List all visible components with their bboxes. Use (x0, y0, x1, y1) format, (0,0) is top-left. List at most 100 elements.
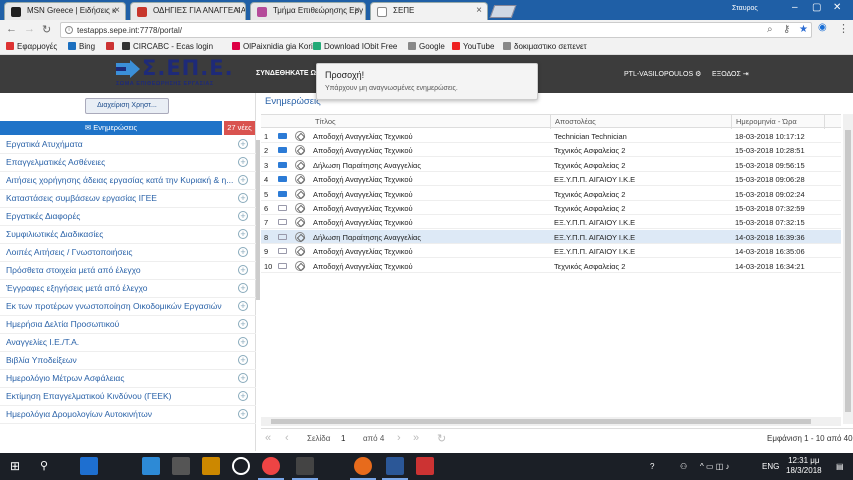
browser-tab[interactable]: Τμήμα Επιθεώρησης Εργ × (250, 2, 366, 20)
media-icon[interactable] (296, 457, 314, 475)
expand-plus-icon[interactable]: + (238, 283, 248, 293)
hp-extension-icon[interactable]: ◉ (818, 22, 827, 33)
close-tab-icon[interactable]: × (234, 5, 240, 16)
clock[interactable]: 12:31 μμ 18/3/2018 (786, 456, 822, 476)
search-icon[interactable]: ⚲ (40, 459, 48, 472)
expand-plus-icon[interactable]: + (238, 139, 248, 149)
expand-plus-icon[interactable]: + (238, 157, 248, 167)
help-icon[interactable]: ? (650, 462, 654, 471)
firefox-icon[interactable] (354, 457, 372, 475)
sidebar-item[interactable]: Λοιπές Αιτήσεις / Γνωστοποιήσεις + (0, 244, 256, 262)
col-title-header[interactable]: Τίτλος (315, 117, 336, 126)
refresh-icon[interactable]: ↻ (437, 432, 446, 445)
user-menu[interactable]: PTL-VASILOPOULOS ⚙ (624, 70, 701, 78)
profile-name[interactable]: Σταυρος (732, 5, 758, 12)
grid-vertical-scrollbar[interactable] (843, 114, 853, 424)
sidebar-item[interactable]: Ημερολόγια Δρομολογίων Αυτοκινήτων + (0, 406, 256, 424)
first-page-icon[interactable]: « (265, 432, 271, 444)
grid-horizontal-scrollbar[interactable] (261, 417, 841, 426)
shop-icon[interactable] (172, 457, 190, 475)
close-tab-icon[interactable]: × (476, 5, 482, 16)
table-row[interactable]: 1 Αποδοχή Αναγγελίας Τεχνικού Technician T… (261, 129, 841, 143)
expand-plus-icon[interactable]: + (238, 391, 248, 401)
sidebar-item[interactable]: Αιτήσεις χορήγησης άδειας εργασίας κατά … (0, 172, 256, 190)
expand-plus-icon[interactable]: + (238, 337, 248, 347)
shield-app-icon[interactable] (416, 457, 434, 475)
close-tab-icon[interactable]: × (354, 5, 360, 16)
info-icon[interactable]: i (65, 26, 73, 34)
expand-plus-icon[interactable]: + (238, 373, 248, 383)
bookmark-item[interactable]: δοκιμαστικο σεπενετ (503, 42, 587, 51)
sidebar-item[interactable]: Επαγγελματικές Ασθένειες + (0, 154, 256, 172)
bookmark-item[interactable]: Bing (68, 42, 95, 51)
menu-icon[interactable]: ⋮ (838, 22, 849, 35)
bookmark-star-icon[interactable]: ★ (799, 24, 808, 35)
sidebar-item[interactable]: Συμφιλιωτικές Διαδικασίες + (0, 226, 256, 244)
bookmark-item[interactable] (106, 42, 117, 51)
user-management-button[interactable]: Διαχείριση Χρηστ... (85, 98, 169, 114)
sidebar-scrollbar[interactable] (256, 140, 260, 300)
next-page-icon[interactable]: › (397, 432, 401, 444)
minimize-icon[interactable]: – (792, 2, 798, 13)
notifications-tab[interactable]: ✉ Ενημερώσεις (0, 121, 222, 135)
table-row[interactable]: 6 Αποδοχή Αναγγελίας Τεχνικού Τεχνικός Ασφ… (261, 201, 841, 215)
bookmark-item[interactable]: OlPaixnidia gia Korits (232, 42, 319, 51)
back-icon[interactable]: ← (6, 23, 17, 35)
page-input[interactable]: 1 (341, 434, 345, 443)
bookmark-item[interactable]: Εφαρμογές (6, 42, 57, 51)
bookmark-item[interactable]: Download IObit Free (313, 42, 397, 51)
key-icon[interactable]: ⚷ (783, 24, 790, 35)
edge-icon[interactable] (80, 457, 98, 475)
reload-icon[interactable]: ↻ (42, 23, 51, 36)
expand-plus-icon[interactable]: + (238, 319, 248, 329)
language-indicator[interactable]: ENG (762, 462, 779, 471)
sidebar-item[interactable]: Καταστάσεις συμβάσεων εργασίας ΙΓΕΕ + (0, 190, 256, 208)
unread-notifications-toast[interactable]: Προσοχή! Υπάρχουν μη αναγνωσμένες ενημερ… (316, 63, 538, 100)
zoom-icon[interactable]: ⌕ (767, 24, 773, 35)
new-tab-button[interactable] (489, 5, 517, 18)
expand-plus-icon[interactable]: + (238, 247, 248, 257)
close-tab-icon[interactable]: × (114, 5, 120, 16)
table-row[interactable]: 8 Δήλωση Παραίτησης Αναγγελίας ΕΞ.Υ.Π.Π. Α… (261, 229, 841, 244)
store-icon[interactable] (142, 457, 160, 475)
table-row[interactable]: 3 Δήλωση Παραίτησης Αναγγελίας Τεχνικός Ασ… (261, 158, 841, 172)
sidebar-item[interactable]: Έγγραφες εξηγήσεις μετά από έλεγχο + (0, 280, 256, 298)
bookmark-item[interactable]: YouTube (452, 42, 494, 51)
forward-icon[interactable]: → (24, 23, 35, 35)
table-row[interactable]: 5 Αποδοχή Αναγγελίας Τεχνικού Τεχνικός Ασφ… (261, 187, 841, 201)
network-icon[interactable]: ⚇ (680, 462, 687, 471)
expand-plus-icon[interactable]: + (238, 265, 248, 275)
scroll-thumb[interactable] (845, 130, 851, 412)
last-page-icon[interactable]: » (413, 432, 419, 444)
sidebar-item[interactable]: Ημερολόγιο Μέτρων Ασφάλειας + (0, 370, 256, 388)
sidebar-item[interactable]: Αναγγελίες Ι.Ε./Τ.Α. + (0, 334, 256, 352)
app-icon[interactable] (202, 457, 220, 475)
expand-plus-icon[interactable]: + (238, 193, 248, 203)
sidebar-item[interactable]: Ημερήσια Δελτία Προσωπικού + (0, 316, 256, 334)
tray-icons[interactable]: ^ ▭ ◫ ♪ (700, 462, 730, 471)
col-date-header[interactable]: Ημερομηνία - Ώρα (736, 117, 797, 126)
hp-icon[interactable] (232, 457, 250, 475)
prev-page-icon[interactable]: ‹ (285, 432, 289, 444)
bookmark-item[interactable]: CIRCABC - Ecas login (122, 42, 213, 51)
expand-plus-icon[interactable]: + (238, 229, 248, 239)
browser-tab[interactable]: ΣΕΠΕ × (370, 2, 488, 20)
expand-plus-icon[interactable]: + (238, 355, 248, 365)
browser-tab[interactable]: MSN Greece | Ειδήσεις κ × (4, 2, 126, 20)
table-row[interactable]: 2 Αποδοχή Αναγγελίας Τεχνικού Τεχνικός Ασφ… (261, 143, 841, 158)
word-icon[interactable] (386, 457, 404, 475)
sidebar-item[interactable]: Εκτίμηση Επαγγελματικού Κινδύνου (ΓΕΕΚ) + (0, 388, 256, 406)
action-center-icon[interactable]: ▤ (836, 462, 844, 471)
table-row[interactable]: 7 Αποδοχή Αναγγελίας Τεχνικού ΕΞ.Υ.Π.Π. ΑΙ… (261, 215, 841, 230)
url-input[interactable]: i testapps.sepe.int:7778/portal/ ⌕ ⚷ ★ (60, 22, 812, 38)
sidebar-item[interactable]: Εργατικές Διαφορές + (0, 208, 256, 226)
chrome-icon[interactable] (262, 457, 280, 475)
expand-plus-icon[interactable]: + (238, 175, 248, 185)
sidebar-item[interactable]: Πρόσθετα στοιχεία μετά από έλεγχο + (0, 262, 256, 280)
expand-plus-icon[interactable]: + (238, 409, 248, 419)
table-row[interactable]: 10 Αποδοχή Αναγγελίας Τεχνικού Τεχνικός Ασ… (261, 259, 841, 273)
scroll-thumb[interactable] (271, 419, 811, 424)
sidebar-item[interactable]: Εκ των προτέρων γνωστοποίηση Οικοδομικών… (0, 298, 256, 316)
browser-tab[interactable]: ΟΔΗΓΙΕΣ ΓΙΑ ΑΝΑΓΓΕΛΙΑ × (130, 2, 246, 20)
expand-plus-icon[interactable]: + (238, 211, 248, 221)
